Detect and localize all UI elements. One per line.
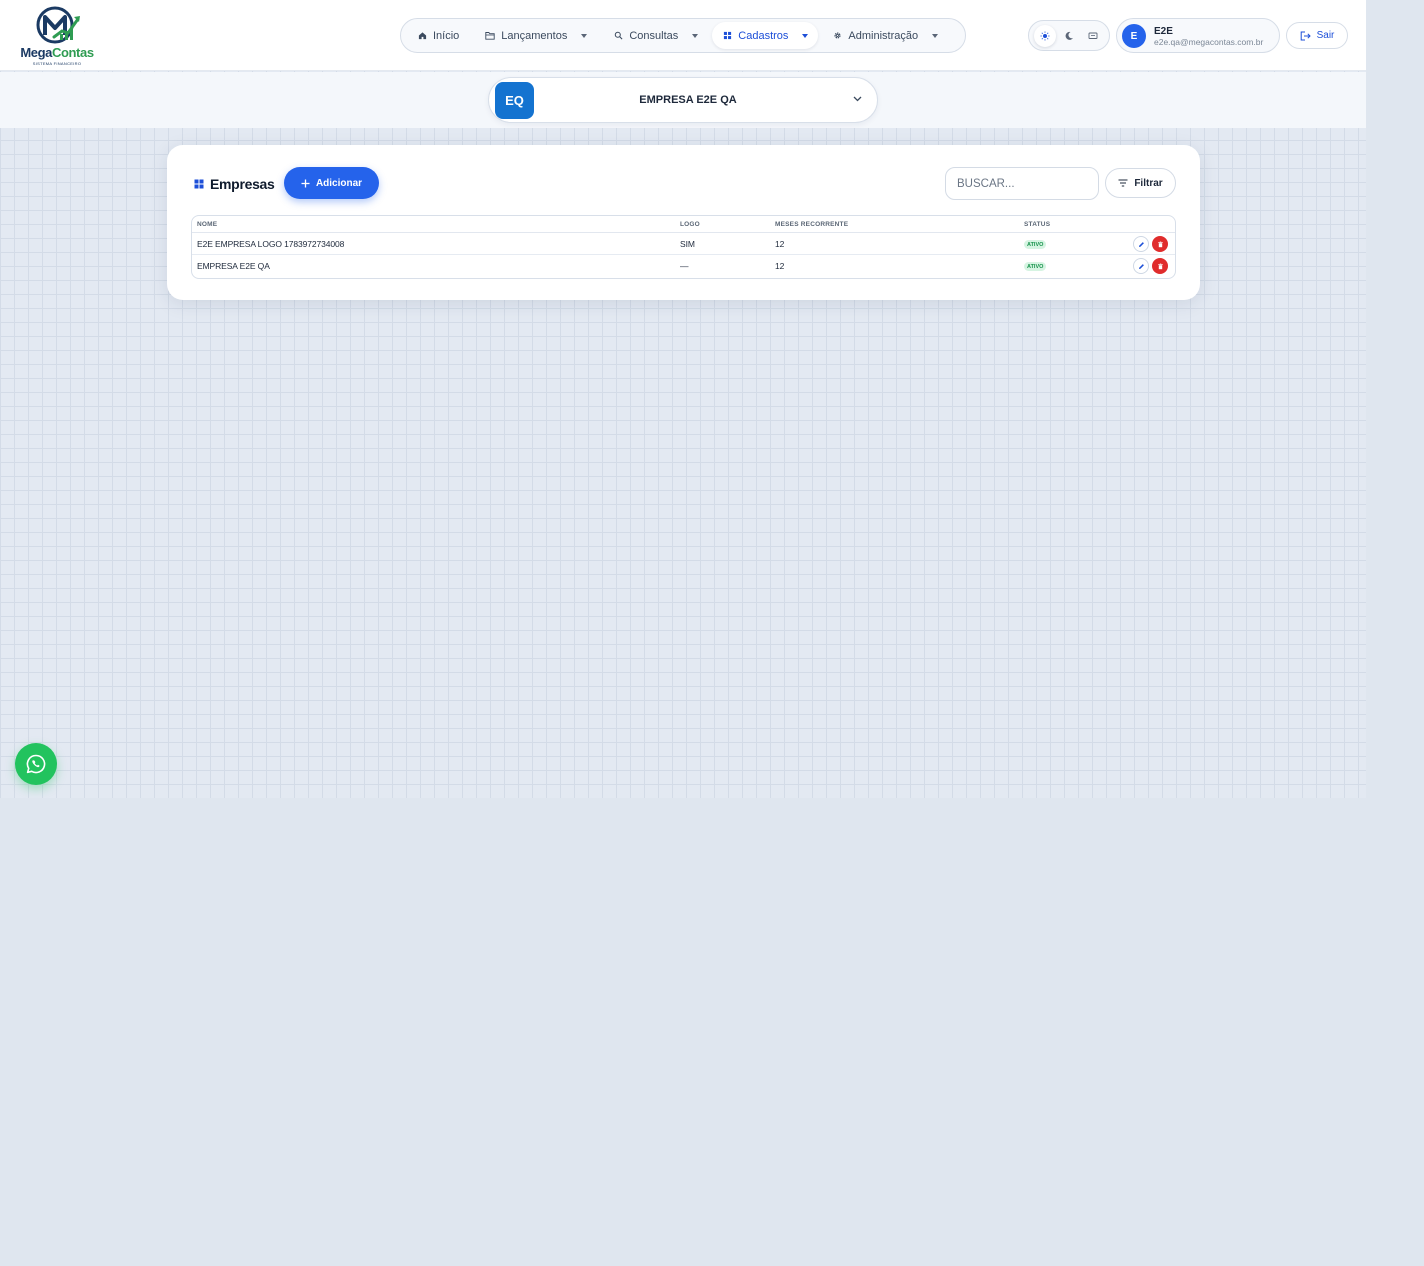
theme-light-button[interactable] <box>1034 24 1056 47</box>
brand-tagline: SISTEMA FINANCEIRO <box>32 61 82 66</box>
cell-logo: SIM <box>680 239 695 249</box>
page-title: Empresas <box>210 176 275 192</box>
avatar: E <box>1122 24 1146 48</box>
chevron-down-icon <box>932 33 939 38</box>
column-header-meses[interactable]: MESES RECORRENTE <box>775 221 848 228</box>
trash-icon <box>1157 241 1163 247</box>
logout-label: Sair <box>1316 30 1335 41</box>
whatsapp-button[interactable] <box>15 743 57 785</box>
cell-nome: E2E EMPRESA LOGO 1783972734008 <box>197 239 345 249</box>
edit-button[interactable] <box>1133 258 1149 274</box>
main-nav: Início Lançamentos Consultas Cadastros A… <box>400 18 966 53</box>
moon-icon <box>1065 31 1073 40</box>
column-header-status[interactable]: STATUS <box>1024 221 1050 228</box>
add-button[interactable]: Adicionar <box>284 167 379 199</box>
sun-icon <box>1040 31 1050 40</box>
theme-switcher <box>1028 20 1110 51</box>
nav-item-label: Início <box>433 29 460 42</box>
folder-icon <box>485 31 495 41</box>
company-selector[interactable]: EQ EMPRESA E2E QA <box>488 77 878 123</box>
status-badge: ATIVO <box>1024 262 1047 271</box>
gear-icon <box>832 31 842 41</box>
chevron-down-icon <box>802 33 809 38</box>
nav-item-label: Cadastros <box>738 29 789 42</box>
pencil-icon <box>1138 263 1144 269</box>
table-row[interactable]: EMPRESA E2E QA — 12 ATIVO <box>192 255 1175 277</box>
table-header: NOME LOGO MESES RECORRENTE STATUS <box>192 216 1175 233</box>
theme-dark-button[interactable] <box>1058 25 1080 47</box>
home-icon <box>417 31 427 41</box>
search-input[interactable] <box>945 167 1099 200</box>
filter-icon <box>1118 179 1128 187</box>
user-name: E2E <box>1154 26 1173 37</box>
brand-name-contas: Contas <box>51 45 94 60</box>
nav-item-administracao[interactable]: Administração <box>822 22 948 49</box>
filter-button[interactable]: Filtrar <box>1105 168 1176 198</box>
brand-name: MegaContas <box>18 45 96 60</box>
company-name: EMPRESA E2E QA <box>639 94 737 106</box>
table-row[interactable]: E2E EMPRESA LOGO 1783972734008 SIM 12 AT… <box>192 233 1175 255</box>
cell-meses: 12 <box>775 239 785 249</box>
status-badge: ATIVO <box>1024 240 1047 249</box>
filter-label: Filtrar <box>1134 177 1163 189</box>
grid-icon <box>722 31 732 41</box>
pencil-icon <box>1138 241 1144 247</box>
empresas-card: Empresas Adicionar Filtrar NOME LOGO MES… <box>167 145 1200 300</box>
company-badge: EQ <box>495 82 534 119</box>
app-root: MegaContas SISTEMA FINANCEIRO Início Lan… <box>0 0 1366 798</box>
cell-logo: — <box>680 261 689 271</box>
nav-item-label: Lançamentos <box>501 29 568 42</box>
whatsapp-icon <box>26 754 46 774</box>
nav-item-consultas[interactable]: Consultas <box>603 22 708 49</box>
column-header-logo[interactable]: LOGO <box>680 221 700 228</box>
plus-icon <box>301 179 310 187</box>
nav-item-label: Consultas <box>629 29 679 42</box>
theme-system-button[interactable] <box>1082 25 1104 47</box>
monitor-icon <box>1088 32 1098 39</box>
empresas-table: NOME LOGO MESES RECORRENTE STATUS E2E EM… <box>191 215 1176 279</box>
chevron-down-icon <box>853 96 862 102</box>
nav-item-cadastros[interactable]: Cadastros <box>712 22 819 49</box>
cell-nome: EMPRESA E2E QA <box>197 261 270 271</box>
add-button-label: Adicionar <box>315 177 363 189</box>
search-icon <box>613 31 623 41</box>
top-bar: MegaContas SISTEMA FINANCEIRO Início Lan… <box>0 0 1366 71</box>
logout-button[interactable]: Sair <box>1286 22 1348 49</box>
edit-button[interactable] <box>1133 236 1149 252</box>
delete-button[interactable] <box>1152 236 1168 252</box>
brand-name-mega: Mega <box>20 45 52 60</box>
trash-icon <box>1157 263 1163 269</box>
grid-icon <box>194 179 204 189</box>
nav-item-lancamentos[interactable]: Lançamentos <box>475 22 597 49</box>
cell-meses: 12 <box>775 261 785 271</box>
logout-icon <box>1300 31 1311 40</box>
nav-item-label: Administração <box>848 29 919 42</box>
delete-button[interactable] <box>1152 258 1168 274</box>
user-email: e2e.qa@megacontas.com.br <box>1154 37 1264 47</box>
nav-item-inicio[interactable]: Início <box>407 22 469 49</box>
user-menu[interactable]: E E2E e2e.qa@megacontas.com.br <box>1116 18 1280 53</box>
column-header-nome[interactable]: NOME <box>197 221 217 228</box>
chevron-down-icon <box>581 33 588 38</box>
chevron-down-icon <box>692 33 699 38</box>
